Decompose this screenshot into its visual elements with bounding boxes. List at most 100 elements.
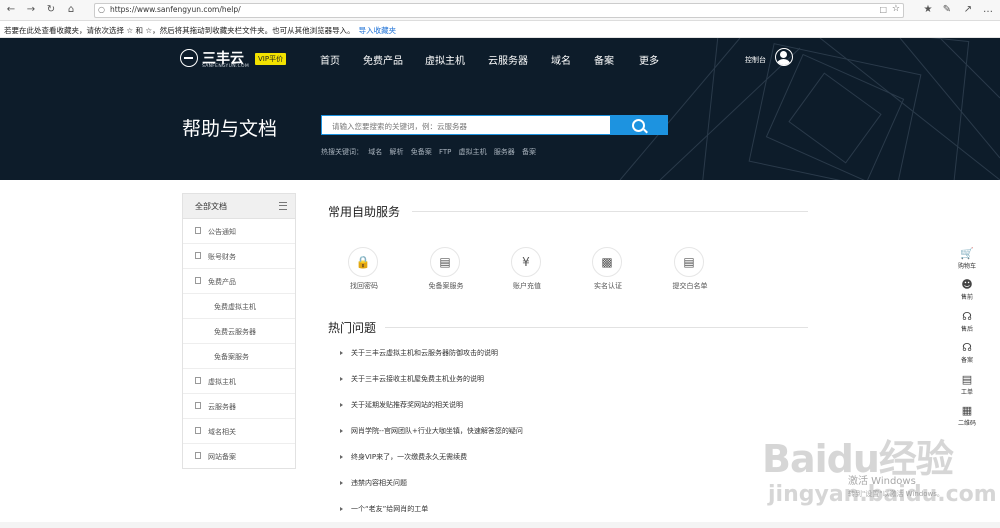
nav-virtual-host[interactable]: 虚拟主机: [425, 52, 465, 67]
more-icon[interactable]: …: [981, 3, 995, 17]
sidebar-item-announcements[interactable]: 公告通知: [183, 219, 295, 244]
search-button[interactable]: [611, 115, 668, 135]
sidebar-header[interactable]: 全部文档: [183, 194, 295, 219]
document-icon: [195, 402, 201, 409]
sidebar-item-label: 云服务器: [208, 403, 236, 411]
support-icon: ☻: [961, 278, 973, 291]
search-input[interactable]: [330, 117, 604, 135]
hero-banner: 三丰云 SANFENGYUN.COM VIP平价 首页 免费产品 虚拟主机 云服…: [0, 38, 1000, 180]
arrow-right-icon: [340, 403, 343, 407]
sidebar-item-cloud-server[interactable]: 云服务器: [183, 394, 295, 419]
hot-keyword[interactable]: 虚拟主机: [459, 148, 487, 156]
nav-cloud-server[interactable]: 云服务器: [488, 52, 528, 67]
sidebar-item-virtual-host[interactable]: 虚拟主机: [183, 369, 295, 394]
lock-icon: 🔒: [348, 247, 378, 277]
document-icon: [195, 277, 201, 284]
service-label: 提交白名单: [672, 282, 708, 290]
question-text: 关于三丰云接收主机屋免费主机业务的说明: [351, 375, 484, 383]
forward-icon[interactable]: →: [24, 3, 38, 17]
document-icon: [195, 252, 201, 259]
nav-more[interactable]: 更多: [639, 52, 659, 67]
sidebar-subitem-free-host[interactable]: 免费虚拟主机: [183, 294, 295, 319]
hot-keyword[interactable]: 服务器: [494, 148, 515, 156]
activation-title: 激活 Windows: [848, 476, 916, 487]
arrow-right-icon: [340, 377, 343, 381]
sidebar-item-label: 免费产品: [208, 278, 236, 286]
browser-toolbar: ← → ↻ ⌂ ○ https://www.sanfengyun.com/hel…: [0, 0, 1000, 21]
question-link[interactable]: 终身VIP来了，一次缴费永久无需续费: [340, 452, 467, 462]
rail-ticket[interactable]: ▤ 工单: [952, 373, 982, 396]
sidebar-item-label: 免备案服务: [214, 353, 249, 361]
sidebar-item-free-products[interactable]: 免费产品: [183, 269, 295, 294]
user-avatar-icon[interactable]: [775, 48, 793, 66]
question-text: 关于三丰云虚拟主机和云服务器防御攻击的说明: [351, 349, 498, 357]
rail-label: 购物车: [957, 263, 976, 270]
rail-filing[interactable]: ☊ 备案: [952, 341, 982, 364]
nav-filing[interactable]: 备案: [594, 52, 614, 67]
pen-icon[interactable]: ✎: [940, 3, 954, 17]
sidebar-item-label: 免费云服务器: [214, 328, 256, 336]
hero-background-pattern: [619, 38, 1000, 180]
sidebar-subitem-free-server[interactable]: 免费云服务器: [183, 319, 295, 344]
nav-free-products[interactable]: 免费产品: [363, 52, 403, 67]
doc-sidebar: 全部文档 公告通知 账号财务 免费产品 免费虚拟主机 免费云服务器 免备案服务 …: [182, 193, 296, 469]
nav-domain[interactable]: 域名: [551, 52, 571, 67]
reading-view-icon[interactable]: □: [879, 5, 887, 14]
favorites-icon[interactable]: ★: [921, 3, 935, 17]
hot-keyword[interactable]: 备案: [522, 148, 536, 156]
question-text: 网肖学院--官网团队+行业大咖坐镇，快速解答您的疑问: [351, 427, 523, 435]
section-divider: [412, 211, 808, 212]
question-text: 关于延期发贴推荐奖网站的相关说明: [351, 401, 463, 409]
sidebar-item-domain[interactable]: 域名相关: [183, 419, 295, 444]
page-title: 帮助与文档: [182, 118, 278, 140]
question-link[interactable]: 关于三丰云虚拟主机和云服务器防御攻击的说明: [340, 348, 498, 358]
import-favorites-link[interactable]: 导入收藏夹: [359, 26, 397, 35]
rail-qrcode[interactable]: ▦ 二维码: [952, 404, 982, 427]
question-link[interactable]: 网肖学院--官网团队+行业大咖坐镇，快速解答您的疑问: [340, 426, 523, 436]
hot-keywords-label: 热搜关键词：: [321, 148, 363, 156]
logo-mark-icon: [180, 49, 198, 67]
document-icon: [195, 427, 201, 434]
question-link[interactable]: 一个“老友”给网肖的工单: [340, 504, 428, 514]
hot-keyword[interactable]: FTP: [439, 148, 451, 156]
rail-label: 二维码: [957, 420, 976, 427]
home-icon[interactable]: ⌂: [64, 3, 78, 17]
sidebar-item-filing[interactable]: 网站备案: [183, 444, 295, 469]
console-link[interactable]: 控制台: [745, 55, 766, 65]
sidebar-item-label: 免费虚拟主机: [214, 303, 256, 311]
question-text: 违禁内容相关问题: [351, 479, 407, 487]
back-icon[interactable]: ←: [4, 3, 18, 17]
hot-keyword[interactable]: 解析: [389, 148, 403, 156]
sidebar-item-account[interactable]: 账号财务: [183, 244, 295, 269]
list-icon[interactable]: [279, 202, 287, 210]
rail-aftersale[interactable]: ☊ 售后: [952, 310, 982, 333]
logo-subtext: SANFENGYUN.COM: [202, 64, 250, 69]
share-icon[interactable]: ↗: [961, 3, 975, 17]
question-link[interactable]: 关于延期发贴推荐奖网站的相关说明: [340, 400, 463, 410]
question-link[interactable]: 违禁内容相关问题: [340, 478, 407, 488]
rail-presale[interactable]: ☻ 售前: [952, 278, 982, 301]
sidebar-subitem-no-filing[interactable]: 免备案服务: [183, 344, 295, 369]
document-icon: [195, 377, 201, 384]
refresh-icon[interactable]: ↻: [44, 3, 58, 17]
hot-questions-title: 热门问题: [328, 321, 377, 335]
windows-activation-watermark: 激活 Windows 转到"设置"以激活 Windows。: [848, 476, 944, 500]
nav-home[interactable]: 首页: [320, 52, 340, 67]
sidebar-item-label: 虚拟主机: [208, 378, 236, 386]
question-link[interactable]: 关于三丰云接收主机屋免费主机业务的说明: [340, 374, 484, 384]
hot-keyword[interactable]: 域名: [368, 148, 382, 156]
ticket-icon: ▤: [961, 373, 973, 386]
rail-label: 售后: [960, 326, 973, 333]
service-label: 免备案服务: [428, 282, 464, 290]
rail-label: 工单: [960, 389, 973, 396]
vip-badge[interactable]: VIP平价: [255, 53, 287, 65]
headset-icon: ☊: [962, 310, 972, 323]
cart-icon: 🛒: [960, 247, 974, 260]
question-text: 一个“老友”给网肖的工单: [351, 505, 429, 513]
rail-cart[interactable]: 🛒 购物车: [952, 247, 982, 270]
favorite-star-icon[interactable]: ☆: [892, 4, 900, 14]
rail-label: 售前: [960, 294, 973, 301]
address-bar[interactable]: ○ https://www.sanfengyun.com/help/ □ ☆: [94, 3, 904, 18]
arrow-right-icon: [340, 455, 343, 459]
hot-keyword[interactable]: 免备案: [411, 148, 432, 156]
